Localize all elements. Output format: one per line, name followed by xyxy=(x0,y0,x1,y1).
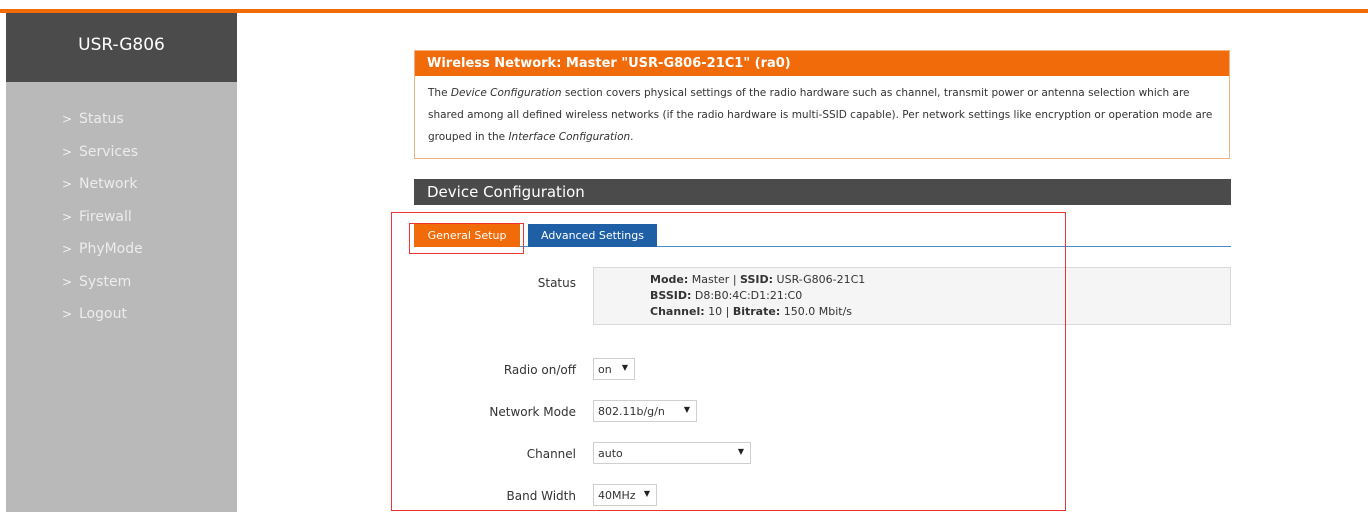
brand-title: USR-G806 xyxy=(6,13,237,82)
description-text: The xyxy=(428,87,451,99)
sidebar-item-status[interactable]: > Status xyxy=(6,103,237,136)
sidebar-item-firewall[interactable]: > Firewall xyxy=(6,201,237,234)
sidebar-item-label: Network xyxy=(79,176,138,193)
sidebar-item-logout[interactable]: > Logout xyxy=(6,298,237,331)
sidebar-item-system[interactable]: > System xyxy=(6,266,237,299)
description-emphasis: Device Configuration xyxy=(450,87,562,99)
description-emphasis: Interface Configuration xyxy=(508,131,631,143)
highlight-frame xyxy=(391,212,1066,511)
sidebar-item-label: System xyxy=(79,273,132,290)
sidebar-item-label: Firewall xyxy=(79,208,132,225)
sidebar-item-services[interactable]: > Services xyxy=(6,136,237,169)
sidebar-item-label: Status xyxy=(79,111,124,128)
wireless-network-title: Wireless Network: Master "USR-G806-21C1"… xyxy=(415,51,1229,76)
sidebar-item-label: Logout xyxy=(79,306,127,323)
chevron-right-icon: > xyxy=(62,307,73,321)
chevron-right-icon: > xyxy=(62,274,73,289)
chevron-right-icon: > xyxy=(62,112,73,126)
chevron-right-icon: > xyxy=(62,144,73,159)
wireless-description: The Device Configuration section covers … xyxy=(415,76,1229,148)
wireless-info-panel: Wireless Network: Master "USR-G806-21C1"… xyxy=(414,50,1230,159)
device-configuration-header: Device Configuration xyxy=(414,179,1231,205)
chevron-right-icon: > xyxy=(62,242,73,256)
sidebar-item-label: PhyMode xyxy=(79,241,143,258)
chevron-right-icon: > xyxy=(62,177,73,191)
sidebar-item-network[interactable]: > Network xyxy=(6,168,237,201)
description-text: . xyxy=(630,131,634,143)
sidebar-item-phymode[interactable]: > PhyMode xyxy=(6,233,237,266)
sidebar: USR-G806 > Status > Services > Network > Fir… xyxy=(6,13,237,512)
chevron-right-icon: > xyxy=(62,209,73,224)
sidebar-item-label: Services xyxy=(79,143,139,160)
sidebar-menu: > Status > Services > Network > Firewall > Ph… xyxy=(6,82,237,331)
